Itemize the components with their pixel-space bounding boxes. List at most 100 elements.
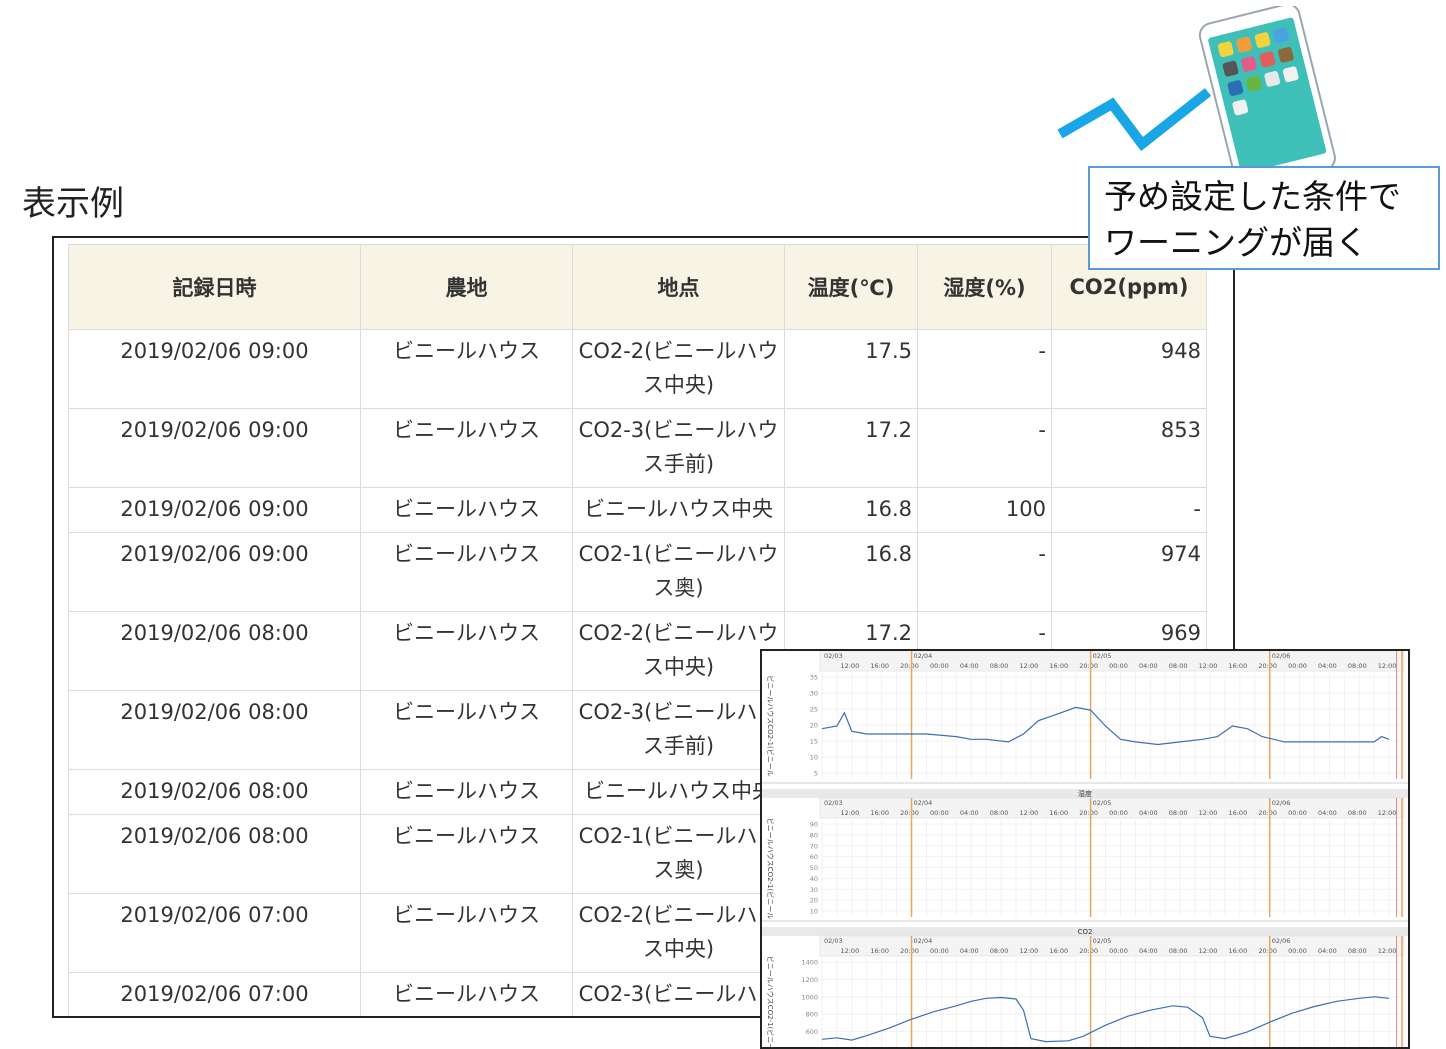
y-axis-label: ビニールハウスCO2-1(ビニール — [766, 818, 775, 920]
y-tick-label: 600 — [806, 1028, 818, 1036]
cell-humidity: - — [917, 408, 1052, 488]
time-tick-label: 00:00 — [1288, 662, 1307, 670]
y-tick-label: 90 — [810, 821, 818, 829]
cell-point: CO2-3(ビニールハウス手前) — [572, 690, 785, 770]
y-tick-label: 1200 — [801, 976, 818, 984]
time-tick-label: 12:00 — [1020, 947, 1039, 955]
time-tick-label: 12:00 — [1378, 662, 1397, 670]
cell-point: CO2-2(ビニールハウス中央) — [572, 893, 785, 973]
column-header-point[interactable]: 地点 — [572, 244, 785, 330]
cell-datetime: 2019/02/06 08:00 — [68, 769, 361, 815]
cell-farm: ビニールハウス — [360, 611, 573, 691]
time-tick-label: 20:00 — [1079, 662, 1098, 670]
chart-title: CO2 — [1078, 928, 1093, 936]
time-tick-label: 20:00 — [900, 947, 919, 955]
cell-farm: ビニールハウス — [360, 690, 573, 770]
cell-temperature: 17.5 — [784, 329, 918, 409]
charts-svg: 02/03 02/04 02/05 02/06 12:00 16:00 20:00 00:00… — [762, 651, 1408, 1047]
y-axis-label: ビニールハウスCO2-1(ビニール — [766, 956, 775, 1047]
time-tick-label: 04:00 — [960, 947, 979, 955]
time-tick-label: 20:00 — [1079, 947, 1098, 955]
cell-point: CO2-3(ビニールハウス手前) — [572, 408, 785, 488]
time-tick-label: 12:00 — [1199, 947, 1218, 955]
cell-farm: ビニールハウス — [360, 329, 573, 409]
cell-farm: ビニールハウス — [360, 408, 573, 488]
time-tick-label: 08:00 — [990, 809, 1009, 817]
date-label: 02/04 — [914, 799, 933, 807]
y-tick-label: 30 — [810, 690, 818, 698]
time-tick-label: 16:00 — [870, 947, 889, 955]
cell-farm: ビニールハウス — [360, 532, 573, 612]
chart-panel: 02/03 02/04 02/05 02/06 12:00 16:00 20:00 00:00… — [760, 649, 1410, 1049]
time-tick-label: 00:00 — [930, 662, 949, 670]
time-tick-label: 04:00 — [1318, 947, 1337, 955]
time-tick-label: 12:00 — [1378, 947, 1397, 955]
time-tick-label: 00:00 — [1288, 809, 1307, 817]
y-tick-label: 5 — [814, 770, 818, 778]
time-tick-label: 04:00 — [1139, 947, 1158, 955]
time-tick-label: 00:00 — [930, 947, 949, 955]
cell-point: ビニールハウス中央 — [572, 769, 785, 815]
time-tick-label: 08:00 — [1169, 662, 1188, 670]
cell-farm: ビニールハウス — [360, 814, 573, 894]
time-tick-label: 00:00 — [1288, 947, 1307, 955]
y-tick-label: 15 — [810, 738, 818, 746]
column-header-temperature[interactable]: 温度(℃) — [784, 244, 918, 330]
cell-datetime: 2019/02/06 08:00 — [68, 690, 361, 770]
time-tick-label: 12:00 — [1378, 809, 1397, 817]
time-tick-label: 08:00 — [1169, 809, 1188, 817]
cell-datetime: 2019/02/06 08:00 — [68, 611, 361, 691]
time-tick-label: 12:00 — [840, 947, 859, 955]
y-tick-label: 10 — [810, 754, 818, 762]
time-tick-label: 16:00 — [870, 662, 889, 670]
cell-temperature: 16.8 — [784, 487, 918, 533]
date-label: 02/03 — [824, 652, 843, 660]
time-tick-label: 08:00 — [1348, 662, 1367, 670]
time-tick-label: 04:00 — [1139, 662, 1158, 670]
y-tick-label: 20 — [810, 722, 818, 730]
time-tick-label: 08:00 — [1348, 947, 1367, 955]
y-tick-label: 10 — [810, 908, 818, 916]
date-label: 02/04 — [914, 652, 933, 660]
y-axis-label: ビニールハウスCO2-1(ビニール — [766, 675, 775, 777]
date-label: 02/03 — [824, 937, 843, 945]
time-tick-label: 00:00 — [930, 809, 949, 817]
y-tick-label: 35 — [810, 674, 818, 682]
cell-datetime: 2019/02/06 09:00 — [68, 487, 361, 533]
time-tick-label: 20:00 — [900, 809, 919, 817]
column-header-humidity[interactable]: 湿度(%) — [917, 244, 1052, 330]
column-header-datetime[interactable]: 記録日時 — [68, 244, 361, 330]
time-tick-label: 12:00 — [1020, 662, 1039, 670]
y-tick-label: 20 — [810, 897, 818, 905]
time-tick-label: 16:00 — [1049, 809, 1068, 817]
cell-point: CO2-2(ビニールハウス中央) — [572, 611, 785, 691]
time-tick-label: 12:00 — [1199, 809, 1218, 817]
phone-icon — [1198, 6, 1336, 176]
warning-notice-callout: 予め設定した条件で ワーニングが届く — [1088, 166, 1440, 270]
time-tick-label: 20:00 — [1258, 947, 1277, 955]
table-header-row: 記録日時 農地 地点 温度(℃) 湿度(%) CO2(ppm) — [68, 244, 1207, 330]
time-tick-label: 08:00 — [1348, 809, 1367, 817]
cell-farm: ビニールハウス — [360, 972, 573, 1016]
time-tick-label: 04:00 — [960, 662, 979, 670]
column-header-farm[interactable]: 農地 — [360, 244, 573, 330]
time-tick-label: 04:00 — [1139, 809, 1158, 817]
cell-datetime: 2019/02/06 09:00 — [68, 408, 361, 488]
time-tick-label: 08:00 — [990, 662, 1009, 670]
cell-humidity: - — [917, 329, 1052, 409]
time-tick-label: 20:00 — [1079, 809, 1098, 817]
cell-farm: ビニールハウス — [360, 769, 573, 815]
y-tick-label: 70 — [810, 842, 818, 850]
cell-co2: 853 — [1051, 408, 1207, 488]
cell-point: CO2-1(ビニールハウス奥) — [572, 532, 785, 612]
time-tick-label: 16:00 — [1228, 662, 1247, 670]
date-label: 02/05 — [1093, 652, 1112, 660]
time-tick-label: 08:00 — [990, 947, 1009, 955]
cell-point: CO2-2(ビニールハウス中央) — [572, 329, 785, 409]
y-tick-label: 60 — [810, 853, 818, 861]
date-label: 02/03 — [824, 799, 843, 807]
time-tick-label: 20:00 — [900, 662, 919, 670]
cell-datetime: 2019/02/06 07:00 — [68, 893, 361, 973]
time-tick-label: 12:00 — [840, 809, 859, 817]
y-tick-label: 1000 — [801, 993, 818, 1001]
